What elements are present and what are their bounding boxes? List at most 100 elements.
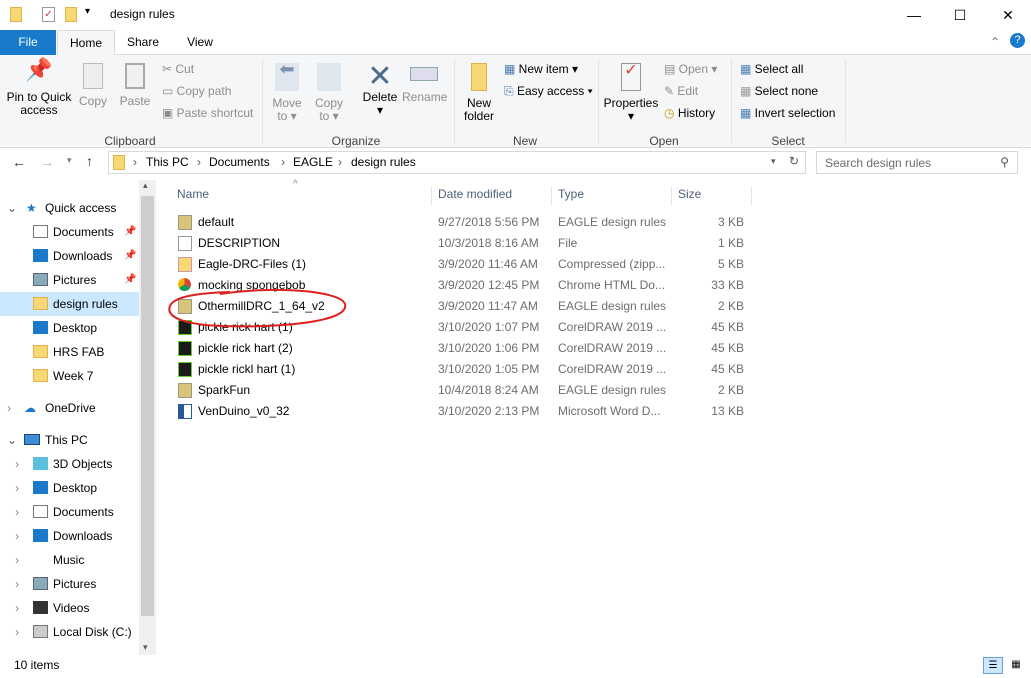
- column-date-modified[interactable]: Date modified: [432, 186, 552, 206]
- pin-icon[interactable]: 📌: [124, 244, 136, 268]
- move-to-button[interactable]: ⬅ Move to ▾: [270, 60, 304, 123]
- new-item-button[interactable]: ▦ New item ▾: [504, 62, 578, 76]
- file-size: 45 KB: [711, 341, 744, 355]
- pin-icon[interactable]: 📌: [124, 268, 136, 292]
- minimize-button[interactable]: —: [891, 0, 937, 30]
- cut-button[interactable]: ✂ Cut: [162, 62, 194, 76]
- paste-button[interactable]: Paste: [118, 63, 152, 108]
- details-view-button[interactable]: ☰: [983, 657, 1003, 674]
- maximize-button[interactable]: ☐: [937, 0, 983, 30]
- tab-file[interactable]: File: [0, 30, 56, 55]
- dru-file-icon: [178, 215, 192, 230]
- open-icon: ▤: [664, 62, 679, 76]
- address-bar[interactable]: › This PC › Documents › EAGLE › design r…: [108, 151, 806, 174]
- nav-item[interactable]: › Downloads: [0, 524, 139, 548]
- copy-path-button[interactable]: ▭ Copy path: [162, 84, 231, 98]
- tab-share[interactable]: Share: [118, 30, 168, 55]
- address-dropdown-icon[interactable]: ▾: [771, 156, 776, 167]
- breadcrumb-this-pc[interactable]: This PC: [146, 155, 189, 169]
- folder-icon: [33, 369, 48, 382]
- nav-quick-access[interactable]: ⌄ ★ Quick access: [0, 196, 139, 220]
- column-size[interactable]: Size: [672, 186, 752, 206]
- nav-item[interactable]: Week 7: [0, 364, 139, 388]
- word-file-icon: [178, 404, 192, 419]
- refresh-icon[interactable]: ↻: [789, 154, 799, 168]
- nav-item[interactable]: design rules: [0, 292, 139, 316]
- chevron-right-icon: ›: [133, 155, 137, 169]
- forward-icon[interactable]: →: [40, 154, 54, 170]
- breadcrumb-design-rules[interactable]: design rules: [351, 155, 416, 169]
- column-type[interactable]: Type: [552, 186, 672, 206]
- file-type: EAGLE design rules: [558, 299, 667, 313]
- nav-scrollbar-thumb[interactable]: [141, 196, 154, 616]
- paste-shortcut-button[interactable]: ▣ Paste shortcut: [162, 106, 253, 120]
- nav-item[interactable]: HRS FAB: [0, 340, 139, 364]
- copy-icon: [83, 63, 103, 89]
- tab-home[interactable]: Home: [57, 30, 115, 56]
- file-type: EAGLE design rules: [558, 215, 667, 229]
- easy-access-button[interactable]: ⎘ Easy access ▾: [504, 84, 593, 99]
- nav-item[interactable]: Documents 📌: [0, 220, 139, 244]
- pin-to-quick-access-button[interactable]: 📌 Pin to Quick access: [4, 59, 74, 117]
- folder-icon: [33, 345, 48, 358]
- nav-item[interactable]: › 3D Objects: [0, 452, 139, 476]
- copy-to-button[interactable]: Copy to ▾: [312, 63, 346, 123]
- rename-button[interactable]: Rename: [402, 63, 447, 104]
- nav-onedrive[interactable]: › ☁ OneDrive: [0, 396, 139, 420]
- breadcrumb-eagle[interactable]: EAGLE: [293, 155, 333, 169]
- nav-item[interactable]: › Desktop: [0, 476, 139, 500]
- nav-item[interactable]: › Music: [0, 548, 139, 572]
- file-row[interactable]: Eagle-DRC-Files (1) 3/9/2020 11:46 AM Comp…: [174, 254, 752, 275]
- invert-selection-button[interactable]: ▦ Invert selection: [740, 106, 835, 120]
- folder-icon: [113, 155, 125, 170]
- file-date: 3/10/2020 1:07 PM: [438, 320, 540, 334]
- file-row[interactable]: SparkFun 10/4/2018 8:24 AM EAGLE design ru…: [174, 380, 752, 401]
- pin-icon[interactable]: 📌: [124, 220, 136, 244]
- new-folder-qat-icon[interactable]: [65, 7, 77, 22]
- close-button[interactable]: ✕: [985, 0, 1031, 30]
- history-button[interactable]: ◷ History: [664, 106, 715, 120]
- edit-button[interactable]: ✎ Edit: [664, 84, 698, 98]
- collapse-ribbon-icon[interactable]: ⌃: [990, 35, 1000, 49]
- recent-locations-icon[interactable]: ▾: [67, 155, 72, 166]
- up-icon[interactable]: ↑: [86, 153, 93, 169]
- file-row[interactable]: DESCRIPTION 10/3/2018 8:16 AM File 1 KB: [174, 233, 752, 254]
- nav-item[interactable]: › Local Disk (C:): [0, 620, 139, 644]
- new-folder-button[interactable]: New folder: [460, 63, 498, 123]
- file-date: 3/10/2020 2:13 PM: [438, 404, 540, 418]
- open-group-label: Open: [649, 134, 679, 148]
- select-all-button[interactable]: ▦ Select all: [740, 62, 803, 76]
- help-icon[interactable]: ?: [1010, 33, 1025, 48]
- nav-item[interactable]: Downloads 📌: [0, 244, 139, 268]
- nav-item[interactable]: Desktop: [0, 316, 139, 340]
- qat-dropdown-icon[interactable]: ▾: [85, 6, 90, 17]
- search-input[interactable]: Search design rules ⚲: [816, 151, 1018, 174]
- large-icons-view-button[interactable]: ▦: [1006, 657, 1026, 674]
- copy-button[interactable]: Copy: [76, 63, 110, 108]
- nav-item[interactable]: Pictures 📌: [0, 268, 139, 292]
- folder-icon: [10, 7, 22, 22]
- file-row[interactable]: pickle rickl hart (1) 3/10/2020 1:05 PM Co…: [174, 359, 752, 380]
- column-name[interactable]: Name ^: [170, 179, 432, 206]
- file-row[interactable]: VenDuino_v0_32 3/10/2020 2:13 PM Microsoft…: [174, 401, 752, 422]
- back-icon[interactable]: ←: [12, 154, 26, 170]
- star-icon: ★: [26, 201, 37, 215]
- select-none-button[interactable]: ▦ Select none: [740, 84, 818, 98]
- nav-item[interactable]: › Pictures: [0, 572, 139, 596]
- folder-icon: [33, 225, 48, 238]
- title-bar: ✓ ▾ design rules — ☐ ✕: [0, 0, 1031, 30]
- breadcrumb-documents[interactable]: Documents: [209, 155, 270, 169]
- properties-button[interactable]: ✓ Properties ▾: [603, 63, 659, 123]
- tab-view[interactable]: View: [175, 30, 225, 55]
- nav-item[interactable]: › Videos: [0, 596, 139, 620]
- nav-item[interactable]: › Documents: [0, 500, 139, 524]
- delete-button[interactable]: ✕ Delete ▾: [360, 62, 400, 117]
- window-title: design rules: [110, 7, 175, 21]
- nav-this-pc[interactable]: ⌄ This PC: [0, 428, 139, 452]
- file-row[interactable]: default 9/27/2018 5:56 PM EAGLE design rul…: [174, 212, 752, 233]
- file-row[interactable]: pickle rick hart (2) 3/10/2020 1:06 PM Cor…: [174, 338, 752, 359]
- chevron-right-icon: ›: [281, 155, 285, 169]
- open-button[interactable]: ▤ Open ▾: [664, 62, 717, 76]
- file-name: pickle rick hart (2): [198, 341, 293, 355]
- properties-qat-icon[interactable]: ✓: [42, 7, 55, 22]
